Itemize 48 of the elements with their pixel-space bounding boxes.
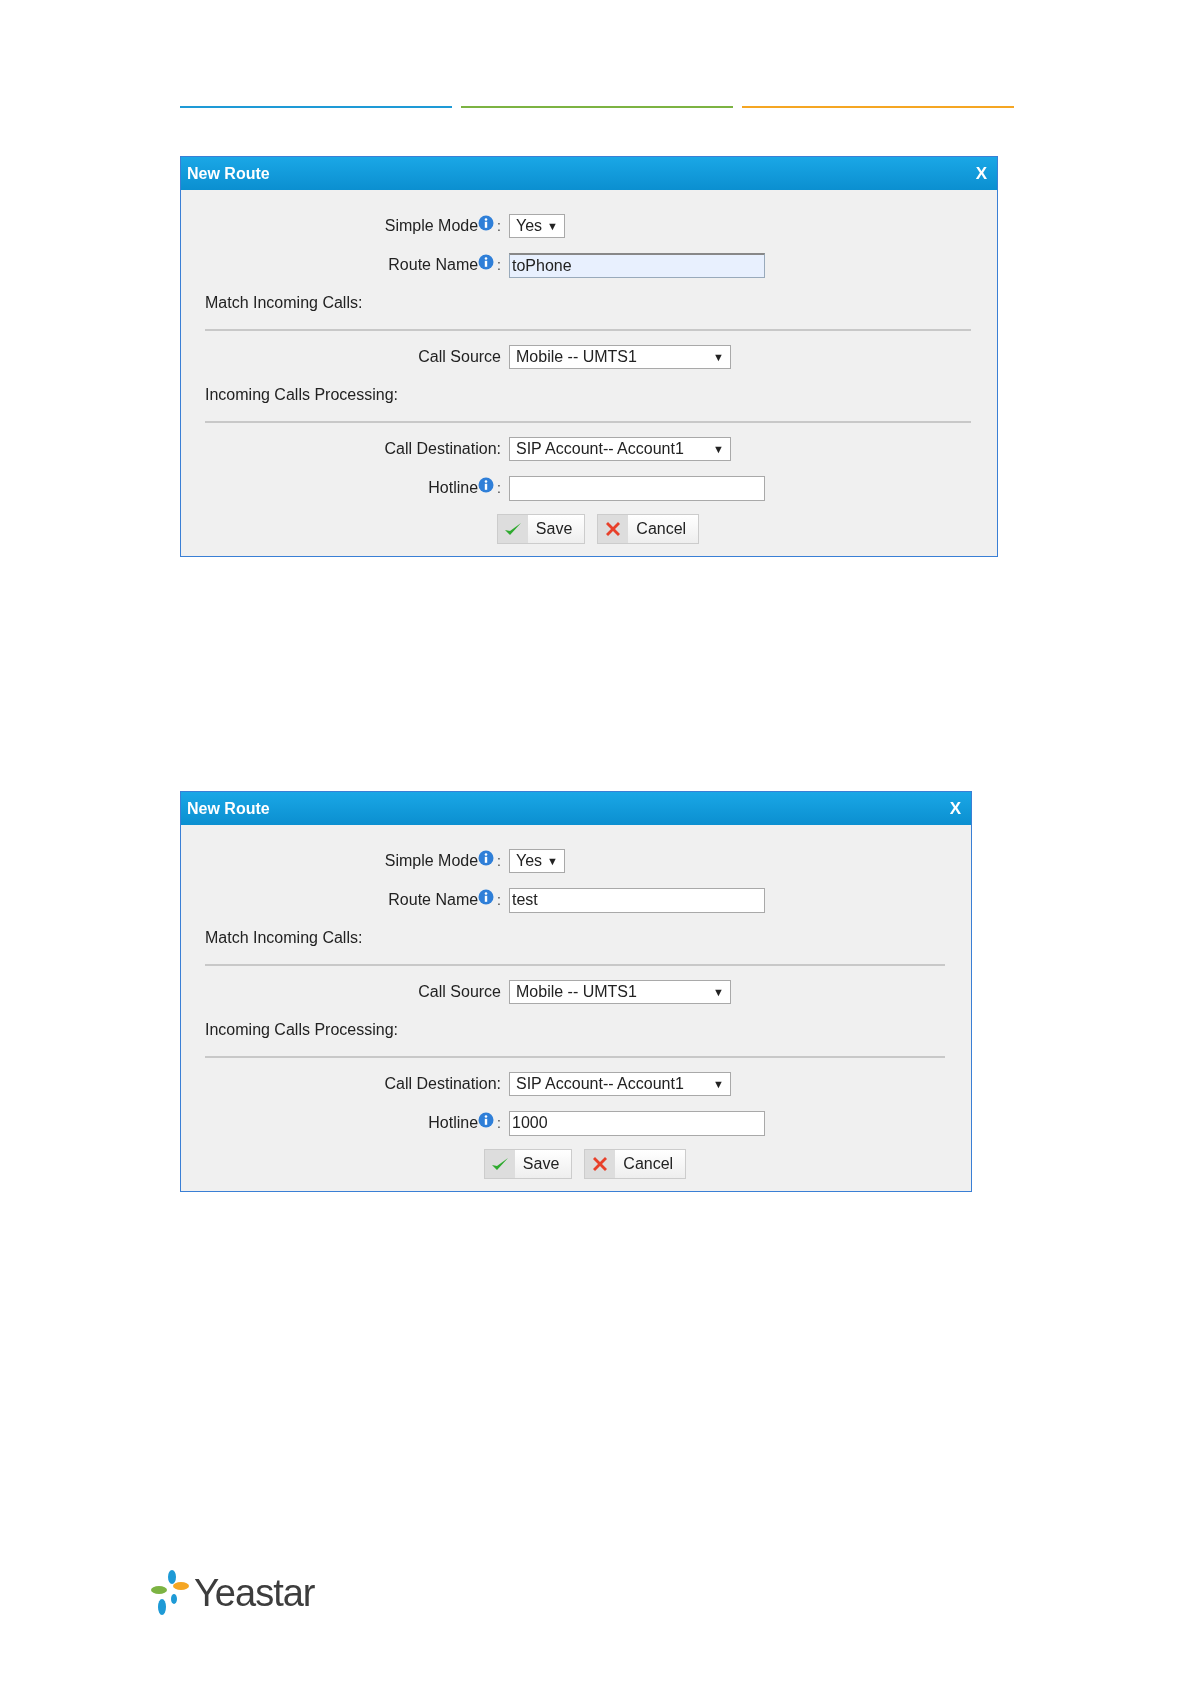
cancel-button[interactable]: Cancel <box>584 1149 687 1179</box>
dropdown[interactable]: Yes ▼ <box>509 849 565 873</box>
dialog-title: New Route <box>187 164 270 183</box>
cancel-button[interactable]: Cancel <box>597 514 700 544</box>
dropdown[interactable]: SIP Account-- Account1 ▼ <box>509 437 731 461</box>
section-heading: Match Incoming Calls: <box>205 929 363 946</box>
colon: : <box>497 218 501 234</box>
dropdown[interactable]: Yes ▼ <box>509 214 565 238</box>
dropdown[interactable]: Mobile -- UMTS1 ▼ <box>509 345 731 369</box>
field-label: Call Destination: <box>384 1075 501 1093</box>
close-icon <box>604 520 623 538</box>
field-label: Call Source <box>418 348 501 366</box>
info-icon[interactable] <box>478 215 495 231</box>
section-heading: Incoming Calls Processing: <box>205 386 398 403</box>
check-icon <box>503 521 522 537</box>
dropdown[interactable]: Mobile -- UMTS1 ▼ <box>509 980 731 1004</box>
field-label: Call Source <box>418 983 501 1001</box>
colon: : <box>497 853 501 869</box>
info-icon[interactable] <box>478 254 495 270</box>
check-icon <box>490 1156 509 1172</box>
section-heading: Incoming Calls Processing: <box>205 1021 398 1038</box>
field-label: Hotline <box>428 479 479 497</box>
field-label: Simple Mode <box>384 217 479 235</box>
info-icon[interactable] <box>478 889 495 905</box>
colon: : <box>497 892 501 908</box>
section-heading: Match Incoming Calls: <box>205 294 363 311</box>
logo-icon <box>150 1568 190 1618</box>
save-button[interactable]: Save <box>496 514 586 544</box>
logo-text: Yeastar <box>194 1571 315 1615</box>
field-label: Route Name <box>388 891 479 909</box>
text-field[interactable]: toPhone <box>509 252 765 278</box>
dialog-title: New Route <box>187 799 270 818</box>
field-label: Call Destination: <box>384 440 501 458</box>
save-button[interactable]: Save <box>483 1149 573 1179</box>
colon: : <box>497 1115 501 1131</box>
dropdown[interactable]: SIP Account-- Account1 ▼ <box>509 1072 731 1096</box>
info-icon[interactable] <box>478 477 495 493</box>
colon: : <box>497 480 501 496</box>
field-label: Simple Mode <box>384 852 479 870</box>
text-field[interactable]: test <box>509 887 765 913</box>
text-field[interactable] <box>509 475 765 501</box>
field-label: Hotline <box>428 1114 479 1132</box>
text-field[interactable]: 1000 <box>509 1110 765 1136</box>
info-icon[interactable] <box>478 1112 495 1128</box>
field-label: Route Name <box>388 256 479 274</box>
info-icon[interactable] <box>478 850 495 866</box>
colon: : <box>497 257 501 273</box>
close-icon <box>591 1155 610 1173</box>
